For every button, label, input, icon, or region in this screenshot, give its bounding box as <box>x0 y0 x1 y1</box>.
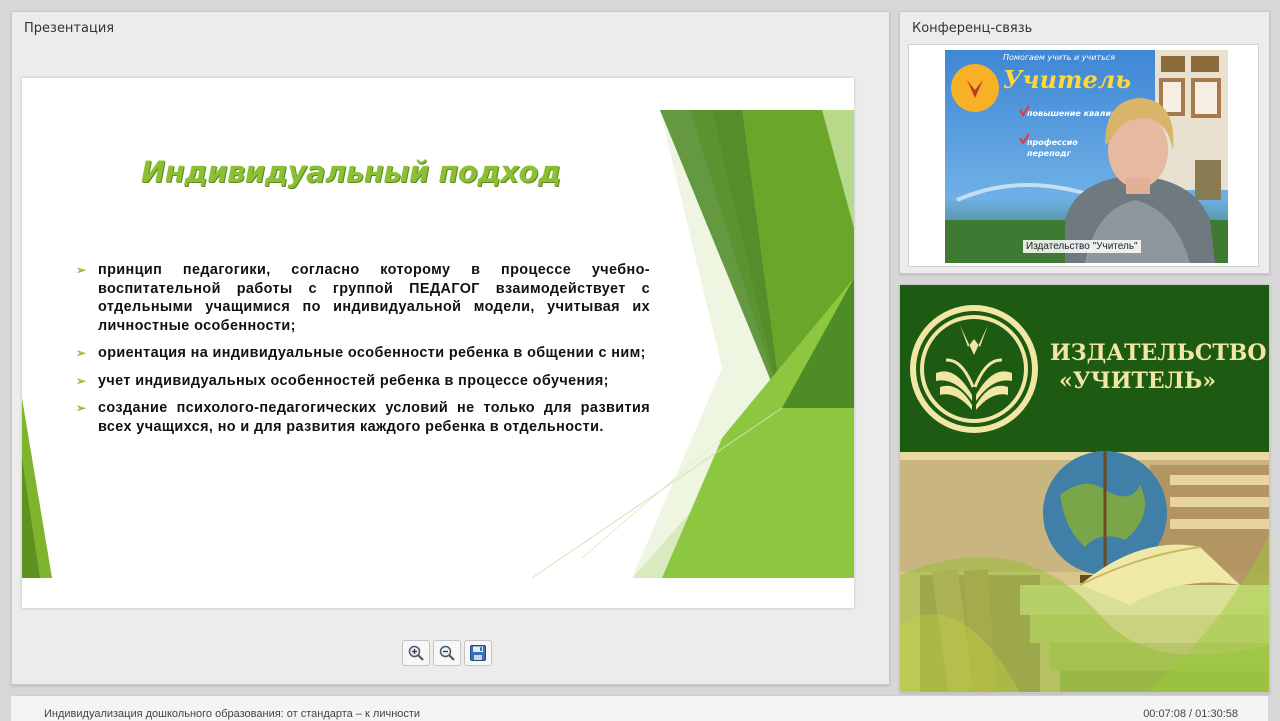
publisher-banner-panel: ИЗДАТЕЛЬСТВО «УЧИТЕЛЬ» <box>899 284 1270 693</box>
arrow-bullet-icon: ➢ <box>76 401 87 415</box>
banner-item-3: переподг <box>1027 149 1072 158</box>
save-icon <box>470 645 486 661</box>
conference-panel: Конференц-связь Помогаем учить и учиться… <box>899 11 1270 274</box>
publisher-name: ИЗДАТЕЛЬСТВО «УЧИТЕЛЬ» <box>1050 339 1267 395</box>
webcam-scene: Помогаем учить и учиться Учитель повышен… <box>945 50 1228 263</box>
webcam-video[interactable]: Помогаем учить и учиться Учитель повышен… <box>945 50 1228 263</box>
bullet-text: принцип педагогики, согласно которому в … <box>98 262 650 334</box>
presentation-panel-title: Презентация <box>24 21 115 36</box>
presentation-slide: Индивидуальный подход ➢ принцип педагоги… <box>22 78 854 608</box>
zoom-out-button[interactable] <box>433 640 461 666</box>
course-title: Индивидуализация дошкольного образования… <box>44 708 421 720</box>
video-caption: Издательство "Учитель" <box>1023 240 1141 253</box>
slide-toolbar <box>402 640 492 666</box>
slide-bullet-list: ➢ принцип педагогики, согласно которому … <box>76 261 650 445</box>
zoom-in-icon <box>408 645 424 661</box>
bullet-text: учет индивидуальных особенностей ребенка… <box>98 372 609 389</box>
slide-heading: Индивидуальный подход <box>141 155 561 189</box>
list-item: ➢ принцип педагогики, согласно которому … <box>76 261 650 335</box>
banner-brand-text: Учитель <box>1003 65 1131 94</box>
zoom-in-button[interactable] <box>402 640 430 666</box>
publisher-name-line1: ИЗДАТЕЛЬСТВО <box>1050 340 1267 366</box>
list-item: ➢ учет индивидуальных особенностей ребен… <box>76 372 650 391</box>
arrow-bullet-icon: ➢ <box>76 373 87 388</box>
presentation-panel: Презентация Индивидуальный подход ➢ прин… <box>11 11 890 685</box>
save-button[interactable] <box>464 640 492 666</box>
list-item: ➢ создание психолого-педагогических усло… <box>76 399 650 436</box>
bullet-text: создание психолого-педагогических услови… <box>98 400 650 435</box>
publisher-name-line2: «УЧИТЕЛЬ» <box>1059 368 1216 394</box>
conference-panel-title: Конференц-связь <box>912 21 1033 36</box>
playback-time: 00:07:08 / 01:30:58 <box>1143 708 1238 720</box>
arrow-bullet-icon: ➢ <box>76 346 87 360</box>
bullet-text: ориентация на индивидуальные особенности… <box>98 345 646 361</box>
list-item: ➢ ориентация на индивидуальные особеннос… <box>76 344 650 363</box>
video-frame: Помогаем учить и учиться Учитель повышен… <box>908 44 1259 267</box>
banner-slogan-text: Помогаем учить и учиться <box>1003 53 1115 62</box>
footer-bar: Индивидуализация дошкольного образования… <box>11 695 1268 721</box>
banner-item-1: повышение квалифи <box>1027 109 1125 118</box>
banner-item-2: профессио <box>1027 138 1078 147</box>
arrow-bullet-icon: ➢ <box>76 263 87 277</box>
zoom-out-icon <box>439 645 455 661</box>
